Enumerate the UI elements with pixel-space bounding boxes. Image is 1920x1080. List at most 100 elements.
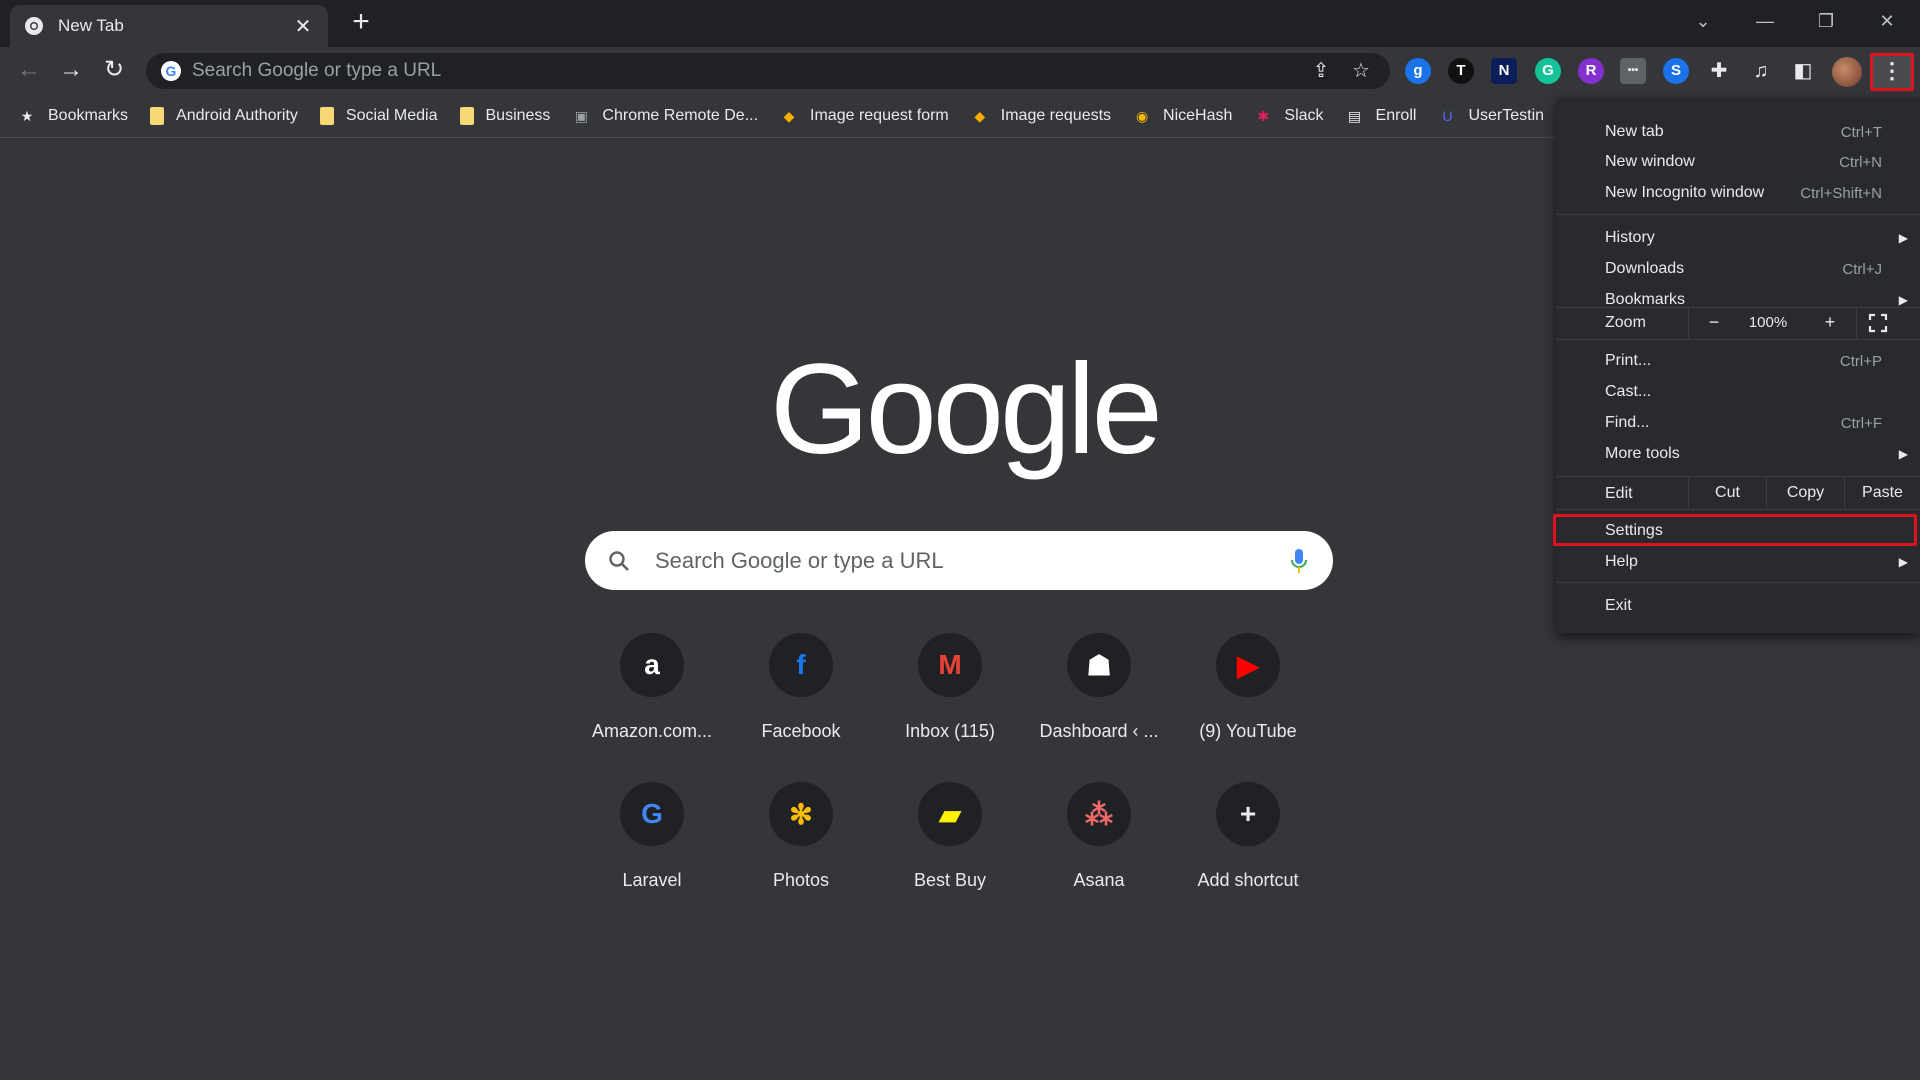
zoom-separator [1856, 307, 1857, 339]
ntp-search-box[interactable]: Search Google or type a URL [585, 531, 1333, 590]
shortcut-tile[interactable]: ⁂ Asana [1034, 782, 1164, 932]
shortcut-text: Ctrl+Shift+N [1800, 184, 1882, 202]
shortcut-tile[interactable]: a Amazon.com... [587, 633, 717, 783]
google-g-icon: G [161, 61, 181, 81]
fullscreen-icon[interactable] [1868, 313, 1888, 333]
bookmark-label: Business [485, 107, 551, 124]
menu-item-help[interactable]: Help ▶ [1556, 547, 1920, 577]
back-button[interactable]: ← [13, 55, 45, 87]
menu-label: Exit [1605, 597, 1632, 614]
enroll-icon: ▤ [1347, 108, 1362, 124]
bookmark-item[interactable]: Android Authority [150, 107, 298, 125]
shortcut-label: Photos [772, 870, 830, 890]
extension-icon[interactable]: ••• [1620, 58, 1646, 84]
shortcut-tile[interactable]: G Laravel [587, 782, 717, 932]
zoom-out-button[interactable]: − [1694, 311, 1734, 335]
address-bar[interactable]: G Search Google or type a URL ⇪ ☆ [146, 53, 1390, 89]
menu-item-history[interactable]: History ▶ [1556, 223, 1920, 253]
menu-item-exit[interactable]: Exit [1556, 591, 1920, 621]
tab-new-tab[interactable]: New Tab ✕ [10, 5, 328, 47]
bookmark-item[interactable]: ★ Bookmarks [18, 107, 128, 125]
shortcut-glyph: G [641, 798, 663, 829]
shortcut-glyph: + [1239, 798, 1257, 829]
microphone-icon[interactable] [1287, 547, 1311, 575]
close-window-button[interactable]: ✕ [1864, 6, 1910, 38]
shortcut-tile[interactable]: f Facebook [736, 633, 866, 783]
shortcut-tile[interactable]: ▰ Best Buy [885, 782, 1015, 932]
shortcut-tile[interactable]: M Inbox (115) [885, 633, 1015, 783]
shortcut-label: Facebook [761, 721, 841, 741]
facebook-icon: f [769, 633, 833, 697]
menu-item-cast[interactable]: Cast... [1556, 377, 1920, 407]
menu-item-find[interactable]: Find... Ctrl+F [1556, 408, 1920, 438]
bookmark-item[interactable]: U UserTestin [1438, 107, 1544, 125]
menu-label: History [1605, 229, 1655, 246]
shortcut-tile[interactable]: + Add shortcut [1183, 782, 1313, 932]
copy-button[interactable]: Copy [1767, 477, 1844, 509]
forward-button[interactable]: → [55, 55, 87, 87]
menu-label: Help [1605, 553, 1638, 570]
bookmark-label: Image request form [810, 107, 949, 124]
cube-icon: ◆ [783, 108, 795, 124]
extension-icon[interactable]: R [1578, 58, 1604, 84]
media-control-icon[interactable]: ♫ [1747, 57, 1775, 85]
menu-item-more-tools[interactable]: More tools ▶ [1556, 439, 1920, 469]
extensions-puzzle-icon[interactable]: ✚ [1705, 57, 1733, 85]
bookmark-item[interactable]: ▤ Enroll [1346, 107, 1417, 125]
zoom-in-button[interactable]: + [1810, 311, 1850, 335]
bestbuy-icon: ▰ [918, 782, 982, 846]
minimize-button[interactable]: — [1742, 6, 1788, 38]
shortcut-text: Ctrl+P [1839, 352, 1882, 370]
shortcut-glyph: f [796, 649, 806, 680]
menu-item-downloads[interactable]: Downloads Ctrl+J [1556, 254, 1920, 284]
menu-item-new-tab[interactable]: New tab Ctrl+T [1556, 117, 1920, 147]
bookmark-item[interactable]: Social Media [319, 107, 438, 125]
bookmark-star-icon[interactable]: ☆ [1346, 56, 1376, 86]
bookmark-label: NiceHash [1163, 107, 1233, 124]
shortcut-tile[interactable]: ☗ Dashboard ‹ ... [1034, 633, 1164, 783]
menu-item-new-incognito[interactable]: New Incognito window Ctrl+Shift+N [1556, 178, 1920, 208]
bookmark-item[interactable]: ◆ Image request form [780, 107, 949, 125]
new-tab-button[interactable]: + [346, 7, 376, 38]
menu-divider [1556, 509, 1920, 510]
extension-icon[interactable]: S [1663, 58, 1689, 84]
bookmark-item[interactable]: ✱ Slack [1254, 107, 1324, 125]
zoom-label: Zoom [1605, 314, 1646, 331]
tab-search-icon[interactable]: ⌄ [1680, 6, 1726, 38]
chrome-menu-button[interactable]: ⋮ [1870, 53, 1914, 91]
bookmark-label: Android Authority [176, 107, 298, 124]
extension-icon[interactable]: T [1448, 58, 1474, 84]
submenu-arrow-icon: ▶ [1898, 555, 1908, 569]
paste-button[interactable]: Paste [1845, 477, 1920, 509]
side-panel-icon[interactable]: ◧ [1789, 57, 1817, 85]
restore-button[interactable]: ❐ [1803, 6, 1849, 38]
bookmark-item[interactable]: ◉ NiceHash [1133, 107, 1232, 125]
share-icon[interactable]: ⇪ [1306, 56, 1336, 86]
extension-icon[interactable]: g [1405, 58, 1431, 84]
bookmark-label: Chrome Remote De... [602, 107, 759, 124]
extension-icon[interactable]: N [1491, 58, 1517, 84]
reload-button[interactable]: ↻ [98, 55, 130, 87]
bookmark-item[interactable]: Business [459, 107, 551, 125]
shortcut-glyph: ▰ [939, 798, 961, 830]
profile-avatar[interactable] [1832, 57, 1862, 87]
extension-icon[interactable]: G [1535, 58, 1561, 84]
shortcut-tile[interactable]: ✻ Photos [736, 782, 866, 932]
bookmark-label: UserTestin [1468, 107, 1545, 124]
bookmark-item[interactable]: ▣ Chrome Remote De... [572, 107, 758, 125]
submenu-arrow-icon: ▶ [1898, 293, 1908, 307]
cube-icon: ◆ [974, 108, 986, 124]
close-tab-icon[interactable]: ✕ [292, 14, 314, 39]
google-icon: G [620, 782, 684, 846]
add-icon: + [1216, 782, 1280, 846]
shortcut-tile[interactable]: ▶ (9) YouTube [1183, 633, 1313, 783]
bookmark-item[interactable]: ◆ Image requests [971, 107, 1111, 125]
zoom-value: 100% [1748, 314, 1788, 331]
menu-item-print[interactable]: Print... Ctrl+P [1556, 346, 1920, 376]
shortcut-glyph: a [644, 649, 660, 680]
folder-icon [459, 107, 474, 125]
menu-zoom-row: Zoom − 100% + [1556, 307, 1920, 339]
cut-button[interactable]: Cut [1689, 477, 1766, 509]
menu-item-new-window[interactable]: New window Ctrl+N [1556, 147, 1920, 177]
menu-label: New Incognito window [1605, 184, 1765, 201]
